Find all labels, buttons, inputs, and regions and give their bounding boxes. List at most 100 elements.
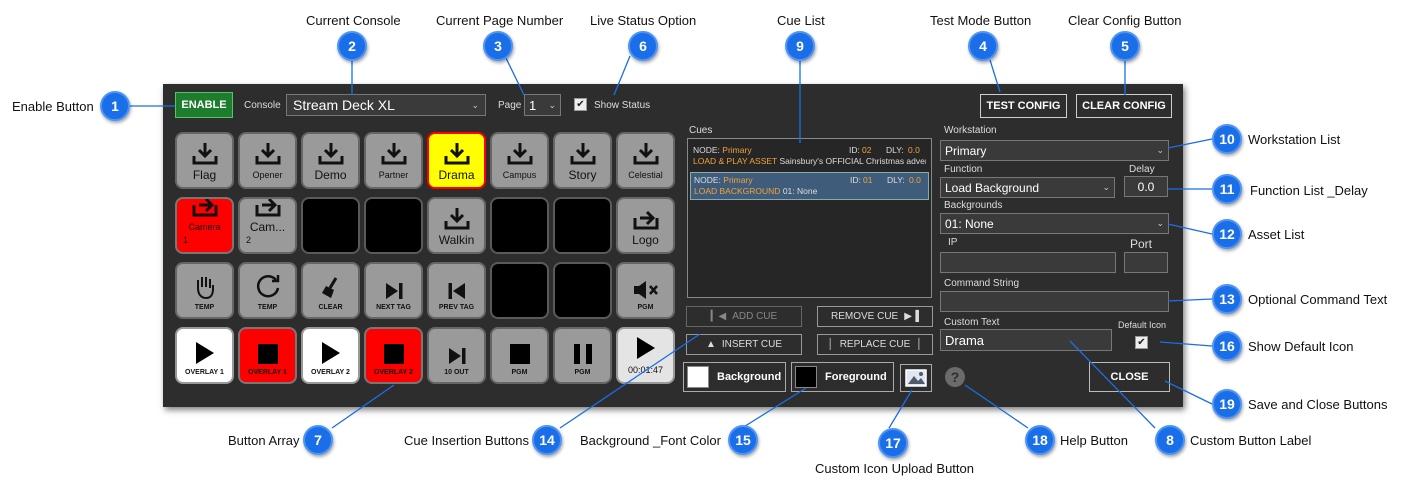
workstation-value: Primary	[945, 143, 987, 158]
deck-key-label: Cam...	[249, 220, 286, 234]
deck-key-label: 10 OUT	[444, 369, 469, 376]
deck-key[interactable]: PGM	[616, 262, 675, 319]
deck-key-label: PREV TAG	[438, 304, 475, 311]
page-select[interactable]: 1 ⌄	[524, 94, 561, 116]
deck-key-label: Camera	[188, 222, 221, 232]
show-status-checkbox[interactable]: ✔	[574, 98, 587, 111]
deck-key[interactable]: Story	[553, 132, 612, 189]
command-string-label: Command String	[944, 278, 1020, 289]
function-select[interactable]: Load Background ⌄	[940, 177, 1115, 198]
ip-input[interactable]	[940, 252, 1116, 273]
deck-key[interactable]	[553, 197, 612, 254]
deck-key[interactable]: OVERLAY 2	[301, 327, 360, 384]
cue-list-item[interactable]: NODE: Primary ID: 02 DLY: 0.0 LOAD & PLA…	[690, 143, 929, 171]
deck-key[interactable]	[364, 197, 423, 254]
workstation-select[interactable]: Primary ⌄	[940, 140, 1169, 161]
page-label: Page	[498, 100, 522, 111]
ip-label: IP	[948, 237, 958, 248]
deck-key[interactable]: Cam... 2	[238, 197, 297, 254]
replace-cue-button[interactable]: │ REPLACE CUE │	[817, 334, 933, 355]
cue-action: LOAD BACKGROUND	[694, 186, 781, 196]
cue-action: LOAD & PLAY ASSET	[693, 156, 778, 166]
chevron-down-icon: ⌄	[471, 99, 479, 110]
add-cue-button[interactable]: ▎◀ ADD CUE	[686, 306, 802, 327]
cue-node-label: NODE:	[694, 175, 721, 185]
deck-key[interactable]: Partner	[364, 132, 423, 189]
insert-cue-button[interactable]: ▲ INSERT CUE	[686, 334, 802, 355]
deck-key[interactable]: TEMP	[238, 262, 297, 319]
deck-key-label: OVERLAY 1	[185, 369, 224, 376]
deck-key[interactable]: NEXT TAG	[364, 262, 423, 319]
play-icon	[194, 341, 216, 369]
stop-icon	[257, 343, 279, 369]
deck-key[interactable]: Celestial	[616, 132, 675, 189]
deck-key[interactable]: Demo	[301, 132, 360, 189]
port-input[interactable]	[1124, 252, 1168, 273]
foreground-color-button[interactable]: Foreground	[791, 362, 894, 392]
bar-icon: │	[827, 339, 834, 350]
custom-icon-upload-button[interactable]	[900, 364, 932, 392]
asset-value: 01: None	[945, 216, 994, 231]
callout-label: Save and Close Buttons	[1248, 397, 1388, 412]
next-icon	[447, 347, 467, 369]
console-select[interactable]: Stream Deck XL ⌄	[286, 94, 486, 116]
deck-key[interactable]	[301, 197, 360, 254]
custom-text-input[interactable]: Drama	[940, 329, 1112, 351]
remove-cue-button[interactable]: REMOVE CUE ▶▐	[817, 306, 933, 327]
deck-key[interactable]	[490, 262, 549, 319]
add-cue-label: ADD CUE	[732, 311, 778, 322]
insert-cue-label: INSERT CUE	[721, 339, 783, 350]
download-icon	[570, 141, 596, 169]
cue-node-value: Primary	[723, 175, 753, 185]
deck-key[interactable]: Walkin	[427, 197, 486, 254]
deck-key[interactable]: CLEAR	[301, 262, 360, 319]
callout-label: Optional Command Text	[1248, 292, 1388, 307]
deck-key[interactable]: Campus	[490, 132, 549, 189]
default-icon-checkbox[interactable]: ✔	[1135, 336, 1148, 349]
deck-key[interactable]: TEMP	[175, 262, 234, 319]
deck-key[interactable]: Opener	[238, 132, 297, 189]
deck-key[interactable]: Logo	[616, 197, 675, 254]
delay-input[interactable]: 0.0	[1124, 176, 1168, 197]
background-color-button[interactable]: Background	[683, 362, 786, 392]
deck-key-label: Celestial	[628, 170, 663, 180]
clear-config-button[interactable]: CLEAR CONFIG	[1076, 94, 1172, 118]
callout-badge: 10	[1212, 124, 1242, 154]
cue-list-item-selected[interactable]: NODE: Primary ID: 01 DLY: 0.0 LOAD BACKG…	[690, 172, 929, 200]
callout-label: Show Default Icon	[1248, 339, 1354, 354]
callout-badge: 11	[1212, 174, 1242, 204]
download-icon	[444, 141, 470, 169]
command-string-input[interactable]	[940, 291, 1169, 312]
chevron-down-icon: ⌄	[1156, 145, 1164, 155]
deck-key-label: Opener	[252, 170, 283, 180]
download-icon	[255, 141, 281, 169]
deck-key[interactable]: Flag	[175, 132, 234, 189]
deck-key[interactable]: 10 OUT	[427, 327, 486, 384]
deck-key[interactable]: Drama	[427, 132, 486, 189]
download-icon	[381, 141, 407, 169]
insert-top-icon: ▲	[705, 339, 716, 350]
close-button[interactable]: CLOSE	[1089, 362, 1170, 392]
deck-key[interactable]: OVERLAY 1	[175, 327, 234, 384]
deck-key[interactable]: OVERLAY 2	[364, 327, 423, 384]
callout-label: Background _Font Color	[580, 433, 721, 448]
deck-key-label: NEXT TAG	[376, 304, 411, 311]
deck-key[interactable]: Camera 1	[175, 197, 234, 254]
deck-key[interactable]: PGM	[553, 327, 612, 384]
deck-key-sublabel: 1	[183, 235, 189, 245]
deck-key[interactable]: OVERLAY 1	[238, 327, 297, 384]
deck-key[interactable]	[553, 262, 612, 319]
deck-key[interactable]: PREV TAG	[427, 262, 486, 319]
deck-key[interactable]: PGM	[490, 327, 549, 384]
callout-label: Custom Button Label	[1190, 433, 1312, 448]
test-config-button[interactable]: TEST CONFIG	[980, 94, 1067, 118]
deck-key[interactable]	[490, 197, 549, 254]
camera-switch-icon	[633, 208, 659, 234]
help-icon[interactable]: ?	[945, 367, 965, 387]
enable-button[interactable]: ENABLE	[175, 92, 233, 118]
foreground-color-label: Foreground	[825, 371, 887, 383]
deck-key[interactable]: 00:01:47	[616, 327, 675, 384]
asset-select[interactable]: 01: None ⌄	[940, 213, 1169, 234]
callout-badge: 1	[100, 91, 130, 121]
cue-list[interactable]: NODE: Primary ID: 02 DLY: 0.0 LOAD & PLA…	[687, 138, 932, 298]
